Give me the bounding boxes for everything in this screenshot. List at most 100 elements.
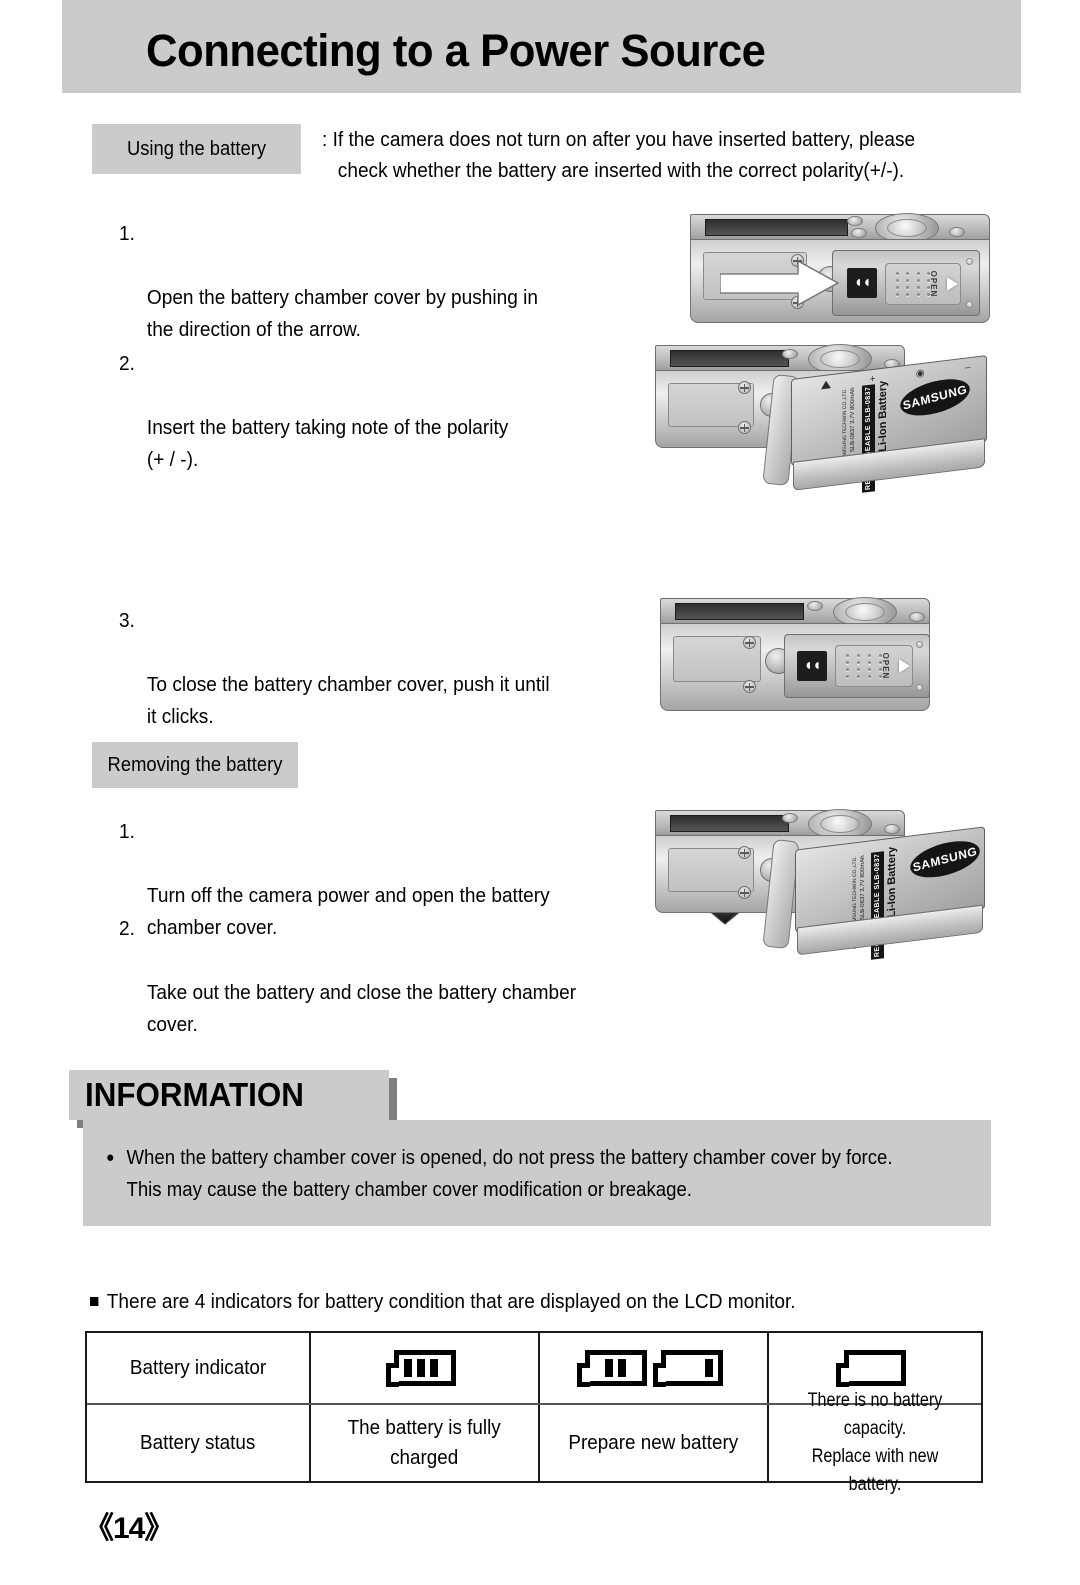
- battery-indicator-table: Battery indicator Battery status The bat…: [85, 1331, 983, 1495]
- camera-knob-left-2: [851, 228, 867, 238]
- camera-lcd-strip-2: [670, 350, 790, 367]
- cover-open-label: OPEN: [929, 270, 939, 298]
- battery-icon-3-bars-fill: [399, 1355, 451, 1381]
- using-step-3-number: 3.: [119, 609, 135, 632]
- figure-open-cover: ◖◖ OPEN: [690, 213, 990, 326]
- camera-mode-dial-inner-2: [820, 350, 860, 368]
- battery-icon-1-bar: [652, 1350, 723, 1387]
- camera-knob-2a: [782, 349, 798, 359]
- camera-knob-3a: [807, 601, 823, 611]
- removing-step-2: 2. Take out the battery and close the ba…: [119, 913, 696, 1073]
- cover-open-arrow-icon: [947, 277, 958, 291]
- table-cell-indicator-label: Battery indicator: [87, 1333, 311, 1403]
- battery-icon-3-bars: [385, 1350, 456, 1387]
- battery-brand-logo-2: SAMSUNG: [908, 834, 983, 885]
- battery-chamber-cover-closed: ◖◖ OPEN: [784, 634, 930, 698]
- table-cell-indicator-low: [540, 1333, 769, 1403]
- camera-lcd-strip: [705, 219, 849, 236]
- camera-lcd-strip-3: [675, 603, 804, 620]
- cover-tab-top: [966, 258, 973, 265]
- removing-step-2-text: Take out the battery and close the batte…: [146, 981, 577, 1036]
- battery-pack: + ◉ – SAMSUNG Li-Ion Battery RECHARGEABL…: [791, 354, 987, 493]
- camera-mode-dial-inner-3: [845, 603, 885, 621]
- camera-mode-dial-inner: [887, 219, 927, 237]
- cover-tab-bottom-2: [916, 684, 923, 691]
- cover-grip-dots-2: [842, 652, 886, 680]
- screw-icon-3: [738, 381, 751, 394]
- battery-spec-label: SLB-0837 3.7V 800mAh: [850, 387, 857, 453]
- battery-icon-2-bars: [576, 1350, 647, 1387]
- camera-top-edge: [690, 213, 990, 243]
- intro-note-line2: check whether the battery are inserted w…: [337, 159, 905, 182]
- camera-top-edge-4: [655, 809, 905, 839]
- using-step-1-number: 1.: [119, 222, 135, 245]
- battery-pack-2: SAMSUNG Li-Ion Battery RECHARGEABLE SLB-…: [795, 826, 985, 961]
- removing-step-1-number: 1.: [119, 820, 135, 843]
- battery-indicator-lead-in: There are 4 indicators for battery condi…: [90, 1288, 927, 1316]
- camera-knob-left: [847, 216, 863, 226]
- using-step-3: 3. To close the battery chamber cover, p…: [119, 605, 696, 765]
- square-bullet-icon: [90, 1297, 99, 1306]
- removing-step-2-number: 2.: [119, 917, 135, 940]
- screw-icon-4: [738, 421, 751, 434]
- camera-lcd-strip-4: [670, 815, 790, 832]
- table-cell-status-label: Battery status: [87, 1405, 311, 1481]
- using-step-1-text: Open the battery chamber cover by pushin…: [146, 286, 538, 341]
- cover-grip-2: OPEN: [835, 645, 913, 687]
- battery-icon-empty: [836, 1350, 906, 1387]
- table-cell-status-full: The battery is fully charged: [311, 1405, 540, 1481]
- screw-icon-6: [743, 680, 756, 693]
- figure-close-cover: ◖◖ OPEN: [660, 597, 990, 716]
- information-note: ● When the battery chamber cover is open…: [106, 1142, 915, 1206]
- battery-pole-dot: ◉: [915, 368, 925, 381]
- page-header-band: Connecting to a Power Source: [62, 0, 1021, 93]
- camera-bottom-view-3: ◖◖ OPEN: [660, 597, 930, 716]
- manual-page: Connecting to a Power Source Using the b…: [0, 0, 1080, 1585]
- using-step-2: 2. Insert the battery taking note of the…: [119, 348, 696, 508]
- page-number: 《14》: [84, 1512, 174, 1545]
- using-step-2-number: 2.: [119, 352, 135, 375]
- camera-top-edge-3: [660, 597, 930, 627]
- bullet-icon: ●: [106, 1149, 115, 1166]
- battery-status-row-label: Battery status: [140, 1431, 256, 1454]
- section-label-using-battery-text: Using the battery: [126, 137, 267, 160]
- table-row-status: Battery status The battery is fully char…: [87, 1390, 981, 1495]
- page-title: Connecting to a Power Source: [146, 25, 766, 76]
- section-label-using-battery: Using the battery: [92, 124, 301, 174]
- information-title-chip: INFORMATION: [69, 1070, 389, 1120]
- battery-status-empty-text: There is no battery capacity. Replace wi…: [807, 1390, 943, 1495]
- screw-icon-7: [738, 846, 751, 859]
- camera-knob-4a: [782, 813, 798, 823]
- cover-grip: OPEN: [885, 263, 961, 305]
- cover-tab-top-2: [916, 641, 923, 648]
- dc-in-icon: ◖◖: [847, 268, 877, 298]
- using-step-2-text: Insert the battery taking note of the po…: [146, 416, 509, 471]
- camera-knob-4b: [884, 824, 900, 834]
- battery-indicator-lead-in-text: There are 4 indicators for battery condi…: [106, 1290, 796, 1313]
- intro-note-line1: : If the camera does not turn on after y…: [322, 128, 916, 151]
- battery-icon-2-bars-fill: [590, 1355, 642, 1381]
- information-note-text: When the battery chamber cover is opened…: [126, 1147, 893, 1201]
- battery-icon-empty-fill: [849, 1355, 901, 1381]
- cover-grip-dots: [892, 270, 934, 298]
- section-label-removing-battery-text: Removing the battery: [107, 753, 283, 776]
- screw-icon-8: [738, 886, 751, 899]
- dc-in-icon-2: ◖◖: [797, 651, 827, 681]
- direction-arrow-right-icon: [720, 261, 840, 306]
- cover-tab-bottom: [966, 301, 973, 308]
- cover-open-arrow-icon-2: [899, 659, 910, 673]
- battery-spec-label-2: SLB-0837 3.7V 800mAh: [859, 854, 866, 921]
- figure-remove-battery: SAMSUNG Li-Ion Battery RECHARGEABLE SLB-…: [655, 809, 995, 1030]
- table-cell-indicator-full: [311, 1333, 540, 1403]
- battery-orientation-arrow-icon: [821, 380, 832, 390]
- camera-knob-3b: [909, 612, 925, 622]
- battery-type-label-2: Li-Ion Battery: [886, 846, 899, 919]
- battery-indicator-row-label: Battery indicator: [129, 1356, 267, 1379]
- battery-icon-1-bar-fill: [666, 1355, 718, 1381]
- battery-pole-minus: –: [964, 362, 971, 375]
- camera-bottom-view-1: ◖◖ OPEN: [690, 213, 990, 326]
- information-title: INFORMATION: [85, 1076, 304, 1113]
- screw-icon-5: [743, 636, 756, 649]
- battery-chamber-cover-open: ◖◖ OPEN: [832, 250, 980, 316]
- table-cell-status-empty: There is no battery capacity. Replace wi…: [769, 1390, 981, 1495]
